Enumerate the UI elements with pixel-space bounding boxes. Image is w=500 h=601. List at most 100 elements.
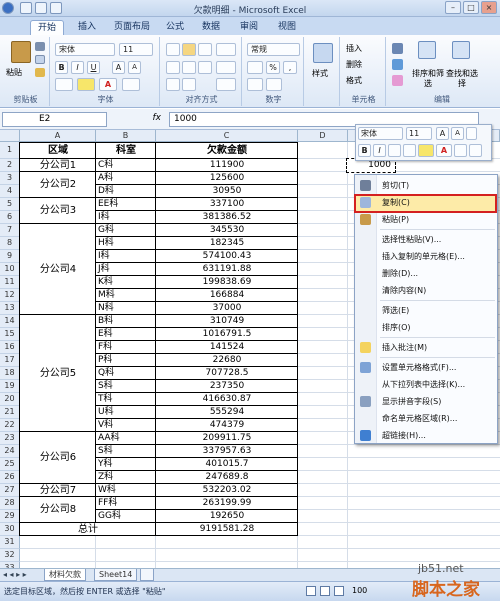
- context-menu-item[interactable]: 显示拼音字段(S): [355, 393, 497, 410]
- context-menu-item[interactable]: 筛选(E): [355, 302, 497, 319]
- cut-icon[interactable]: [35, 42, 45, 51]
- context-menu-item[interactable]: 命名单元格区域(R)...: [355, 410, 497, 427]
- row-header[interactable]: 13: [0, 302, 20, 315]
- select-all-corner[interactable]: [0, 130, 20, 142]
- underline-button[interactable]: U: [87, 61, 100, 74]
- table-cell-region[interactable]: 分公司3: [20, 198, 96, 224]
- row-header[interactable]: 25: [0, 458, 20, 471]
- font-name-select[interactable]: 宋体: [55, 43, 115, 56]
- context-menu-item[interactable]: 设置单元格格式(F)...: [355, 359, 497, 376]
- row-header[interactable]: 22: [0, 419, 20, 432]
- align-bottom-icon[interactable]: [198, 43, 212, 56]
- row-header[interactable]: 7: [0, 224, 20, 237]
- align-center-icon[interactable]: [182, 61, 196, 74]
- row-header[interactable]: 3: [0, 172, 20, 185]
- styles-button-label[interactable]: 样式: [312, 68, 328, 79]
- tab-data[interactable]: 数据: [196, 20, 226, 35]
- row-header[interactable]: 28: [0, 497, 20, 510]
- row-header[interactable]: 4: [0, 185, 20, 198]
- row-header[interactable]: 2: [0, 159, 20, 172]
- mini-grow-font-button[interactable]: A: [436, 127, 449, 140]
- mini-format-painter-icon[interactable]: [469, 144, 482, 157]
- column-header-d[interactable]: D: [298, 130, 348, 142]
- row-header[interactable]: 15: [0, 328, 20, 341]
- borders-icon[interactable]: [55, 78, 73, 91]
- table-cell-region[interactable]: 分公司2: [20, 172, 96, 198]
- row-header[interactable]: 1: [0, 142, 20, 159]
- autosum-icon[interactable]: [392, 43, 403, 54]
- tab-formulas[interactable]: 公式: [160, 20, 190, 35]
- maximize-button[interactable]: □: [463, 1, 479, 14]
- context-menu-item[interactable]: 排序(O): [355, 319, 497, 336]
- row-header[interactable]: 26: [0, 471, 20, 484]
- increase-decimal-icon[interactable]: [247, 78, 263, 91]
- sheet-tab-second[interactable]: Sheet14: [94, 569, 138, 581]
- wrap-text-icon[interactable]: [216, 61, 236, 74]
- tab-page-layout[interactable]: 页面布局: [108, 20, 156, 35]
- name-box[interactable]: E2: [2, 112, 107, 127]
- close-button[interactable]: ×: [481, 1, 497, 14]
- tab-view[interactable]: 视图: [272, 20, 302, 35]
- row-header[interactable]: 12: [0, 289, 20, 302]
- row-header[interactable]: 30: [0, 523, 20, 536]
- comma-button[interactable]: ,: [283, 61, 297, 74]
- row-header[interactable]: 31: [0, 536, 20, 549]
- clear-icon[interactable]: [392, 75, 403, 86]
- column-header-a[interactable]: A: [20, 130, 96, 142]
- context-menu-item[interactable]: 从下拉列表中选择(K)...: [355, 376, 497, 393]
- font-size-select[interactable]: 11: [119, 43, 153, 56]
- fill-color-icon[interactable]: [77, 78, 95, 91]
- row-header[interactable]: 11: [0, 276, 20, 289]
- row-header[interactable]: 29: [0, 510, 20, 523]
- mini-font-select[interactable]: 宋体: [358, 127, 403, 140]
- minimize-button[interactable]: –: [445, 1, 461, 14]
- mini-decimal-icon[interactable]: [454, 144, 467, 157]
- shrink-font-button[interactable]: A: [128, 61, 141, 74]
- row-header[interactable]: 24: [0, 445, 20, 458]
- number-format-select[interactable]: 常规: [247, 43, 300, 56]
- tab-home[interactable]: 开始: [30, 20, 64, 35]
- align-right-icon[interactable]: [198, 61, 212, 74]
- context-menu-item[interactable]: 剪切(T): [355, 177, 497, 194]
- format-cells-button[interactable]: 格式: [346, 75, 362, 86]
- row-header[interactable]: 27: [0, 484, 20, 497]
- sheet-tab-active[interactable]: 材料欠款: [44, 569, 86, 581]
- page-layout-view-icon[interactable]: [320, 586, 330, 596]
- row-header[interactable]: 9: [0, 250, 20, 263]
- styles-icon[interactable]: [313, 43, 333, 63]
- context-menu-item[interactable]: 清除内容(N): [355, 282, 497, 299]
- context-menu-item[interactable]: 超链接(H)...: [355, 427, 497, 444]
- percent-button[interactable]: %: [266, 61, 280, 74]
- row-header[interactable]: 6: [0, 211, 20, 224]
- mini-size-select[interactable]: 11: [406, 127, 432, 140]
- row-header[interactable]: 10: [0, 263, 20, 276]
- sort-filter-icon[interactable]: [418, 41, 436, 59]
- context-menu-item[interactable]: 插入批注(M): [355, 339, 497, 356]
- mini-align-icon[interactable]: [388, 144, 401, 157]
- table-cell-region[interactable]: 分公司5: [20, 315, 96, 432]
- mini-shrink-font-button[interactable]: A: [451, 127, 464, 140]
- align-middle-icon[interactable]: [182, 43, 196, 56]
- mini-bold-button[interactable]: B: [358, 144, 371, 157]
- row-header[interactable]: 32: [0, 549, 20, 562]
- row-header[interactable]: 5: [0, 198, 20, 211]
- orientation-icon[interactable]: [216, 43, 236, 56]
- mini-currency-icon[interactable]: [466, 127, 477, 140]
- align-left-icon[interactable]: [166, 61, 180, 74]
- row-header[interactable]: 17: [0, 354, 20, 367]
- sheet-nav-icon[interactable]: ◂ ◂ ▸ ▸: [3, 570, 27, 579]
- font-color-button[interactable]: A: [99, 78, 117, 91]
- tab-review[interactable]: 审阅: [234, 20, 264, 35]
- page-break-view-icon[interactable]: [334, 586, 344, 596]
- currency-icon[interactable]: [247, 61, 263, 74]
- paste-button-label[interactable]: 粘贴: [6, 67, 22, 78]
- row-header[interactable]: 8: [0, 237, 20, 250]
- sort-filter-button[interactable]: 排序和筛选: [412, 69, 444, 89]
- context-menu-item[interactable]: 删除(D)...: [355, 265, 497, 282]
- row-header[interactable]: 20: [0, 393, 20, 406]
- table-cell-region[interactable]: 分公司8: [20, 497, 96, 523]
- mini-borders-icon[interactable]: [403, 144, 416, 157]
- insert-function-button[interactable]: fx: [110, 112, 167, 127]
- row-header[interactable]: 23: [0, 432, 20, 445]
- context-menu-item[interactable]: 选择性粘贴(V)...: [355, 231, 497, 248]
